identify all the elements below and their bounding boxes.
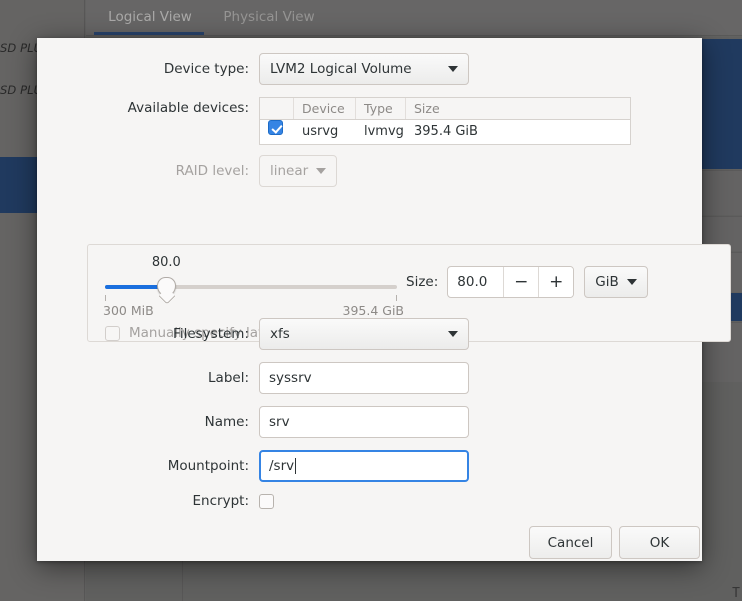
size-spinbox[interactable]: 80.0 − + bbox=[447, 266, 575, 298]
raid-level-combobox[interactable]: linear bbox=[259, 155, 338, 187]
encrypt-row: Encrypt: bbox=[37, 493, 702, 509]
row-device-cell: usrvg bbox=[302, 124, 339, 139]
filesystem-combobox[interactable]: xfs bbox=[259, 318, 469, 350]
slider-handle[interactable] bbox=[156, 277, 176, 296]
size-label: Size: bbox=[406, 274, 439, 290]
mountpoint-field-label: Mountpoint: bbox=[167, 458, 249, 474]
device-type-label: Device type: bbox=[163, 61, 249, 77]
size-unit-value: GiB bbox=[595, 274, 619, 290]
column-header-checkbox bbox=[260, 98, 294, 119]
dialog-body: Device type: LVM2 Logical Volume Availab… bbox=[37, 38, 731, 561]
name-input-value: srv bbox=[269, 414, 290, 430]
filesystem-row: Filesystem: xfs bbox=[37, 318, 702, 350]
row-size-cell: 395.4 GiB bbox=[414, 124, 478, 139]
mountpoint-input[interactable]: /srv bbox=[259, 450, 469, 482]
label-field-label: Label: bbox=[208, 370, 249, 386]
ok-button[interactable]: OK bbox=[619, 526, 700, 559]
label-input[interactable]: syssrv bbox=[259, 362, 469, 394]
raid-level-value: linear bbox=[270, 163, 309, 179]
available-devices-label: Available devices: bbox=[127, 100, 249, 116]
size-unit-combobox[interactable]: GiB bbox=[584, 266, 648, 298]
size-slider-track[interactable] bbox=[105, 285, 397, 289]
column-header-device[interactable]: Device bbox=[294, 98, 356, 119]
raid-level-row: RAID level: linear bbox=[37, 155, 702, 187]
label-input-value: syssrv bbox=[269, 370, 312, 386]
size-increment-button[interactable]: + bbox=[538, 267, 574, 297]
mountpoint-input-value: /srv bbox=[269, 458, 295, 474]
filesystem-value: xfs bbox=[270, 326, 290, 342]
encrypt-label: Encrypt: bbox=[192, 493, 249, 509]
row-checkbox-cell[interactable] bbox=[260, 120, 294, 144]
available-devices-row: Available devices: Device Type Size usrv… bbox=[37, 97, 702, 145]
size-spinner-row: Size: 80.0 − + GiB bbox=[406, 266, 648, 298]
add-device-dialog: Device type: LVM2 Logical Volume Availab… bbox=[37, 38, 731, 561]
size-decrement-button[interactable]: − bbox=[503, 267, 539, 297]
device-type-row: Device type: LVM2 Logical Volume bbox=[37, 53, 702, 85]
table-header-row: Device Type Size bbox=[260, 98, 630, 120]
chevron-down-icon bbox=[626, 279, 637, 285]
device-select-checkbox[interactable] bbox=[268, 120, 283, 135]
raid-level-label: RAID level: bbox=[175, 163, 249, 179]
slider-current-value: 80.0 bbox=[151, 255, 181, 270]
label-row: Label: syssrv bbox=[37, 362, 702, 394]
name-input[interactable]: srv bbox=[259, 406, 469, 438]
chevron-down-icon bbox=[316, 168, 327, 174]
ok-button-label: OK bbox=[649, 534, 670, 551]
slider-min-label: 300 MiB bbox=[103, 303, 154, 318]
device-type-value: LVM2 Logical Volume bbox=[270, 61, 412, 77]
device-type-combobox[interactable]: LVM2 Logical Volume bbox=[259, 53, 469, 85]
column-header-type[interactable]: Type bbox=[356, 98, 406, 119]
slider-tick-min bbox=[105, 295, 106, 301]
name-field-label: Name: bbox=[204, 414, 249, 430]
filesystem-label: Filesystem: bbox=[173, 326, 249, 342]
slider-max-label: 395.4 GiB bbox=[342, 303, 405, 318]
table-row[interactable]: usrvg lvmvg 395.4 GiB bbox=[260, 120, 630, 144]
cancel-button[interactable]: Cancel bbox=[529, 526, 612, 559]
column-header-size[interactable]: Size bbox=[406, 98, 630, 119]
cancel-button-label: Cancel bbox=[547, 534, 594, 551]
row-type-cell: lvmvg bbox=[364, 124, 404, 139]
mountpoint-row: Mountpoint: /srv bbox=[37, 450, 702, 482]
chevron-down-icon bbox=[448, 66, 458, 72]
slider-tick-max bbox=[396, 295, 397, 301]
text-caret bbox=[295, 458, 297, 474]
available-devices-table: Device Type Size usrvg lvmvg 395.4 GiB bbox=[259, 97, 631, 145]
size-value-input[interactable]: 80.0 bbox=[448, 267, 503, 297]
encrypt-checkbox[interactable] bbox=[259, 493, 274, 509]
chevron-down-icon bbox=[448, 331, 458, 337]
name-row: Name: srv bbox=[37, 406, 702, 438]
